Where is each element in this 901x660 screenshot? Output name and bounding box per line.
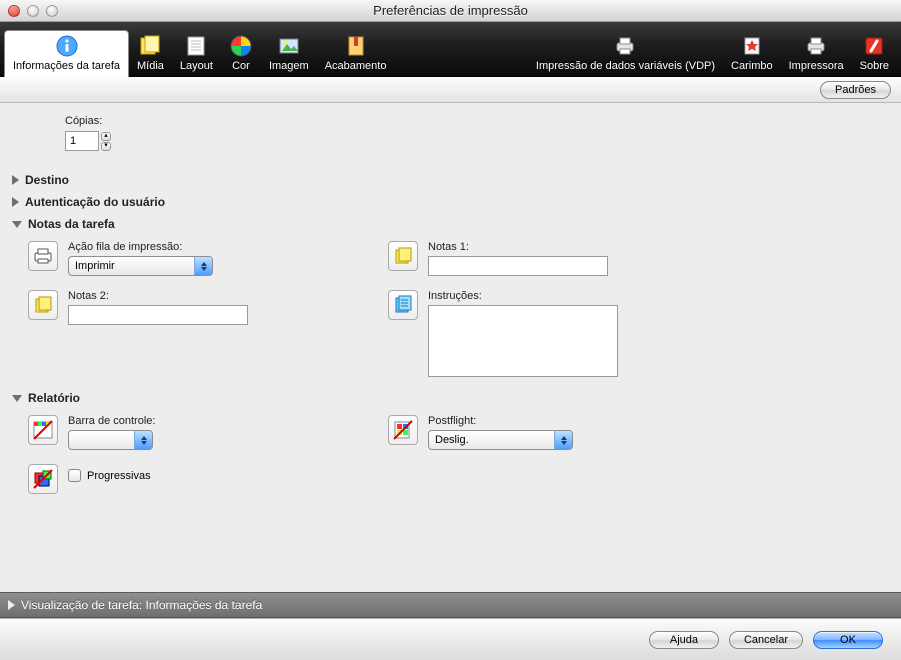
barra-select[interactable] (68, 430, 153, 450)
ok-button[interactable]: OK (813, 631, 883, 649)
tab-layout[interactable]: Layout (172, 31, 221, 76)
tab-label: Cor (232, 60, 250, 72)
copies-input[interactable] (65, 131, 99, 151)
instructions-icon (388, 290, 418, 320)
media-icon (138, 34, 162, 58)
acao-label: Ação fila de impressão: (68, 241, 328, 253)
preview-bar[interactable]: Visualização de tarefa: Informações da t… (0, 592, 901, 618)
disclosure-triangle-icon (8, 600, 15, 610)
preview-bar-label: Visualização de tarefa: Informações da t… (21, 598, 262, 612)
defaults-bar: Padrões (0, 77, 901, 103)
tab-job-info[interactable]: Informações da tarefa (4, 30, 129, 77)
select-arrows-icon (554, 431, 572, 449)
titlebar: Preferências de impressão (0, 0, 901, 22)
info-icon (55, 34, 79, 58)
section-notas-body: Ação fila de impressão: Imprimir Notas 1… (10, 235, 891, 387)
notas2-label: Notas 2: (68, 290, 328, 302)
notas2-input[interactable] (68, 305, 248, 325)
select-arrows-icon (134, 431, 152, 449)
layout-icon (184, 34, 208, 58)
tab-label: Carimbo (731, 60, 773, 72)
window-title: Preferências de impressão (0, 3, 901, 18)
select-arrows-icon (194, 257, 212, 275)
traffic-lights (0, 5, 58, 17)
disclosure-triangle-open-icon (12, 221, 22, 228)
progressives-icon (28, 464, 58, 494)
stepper-down-icon[interactable]: ▾ (101, 142, 111, 151)
section-title: Autenticação do usuário (25, 195, 165, 209)
postflight-label: Postflight: (428, 415, 891, 427)
tab-about[interactable]: Sobre (852, 31, 897, 76)
section-title: Destino (25, 173, 69, 187)
section-relatorio-header[interactable]: Relatório (10, 387, 891, 409)
image-icon (277, 34, 301, 58)
copies-label: Cópias: (65, 115, 891, 127)
help-button[interactable]: Ajuda (649, 631, 719, 649)
section-notas-header[interactable]: Notas da tarefa (10, 213, 891, 235)
tab-finishing[interactable]: Acabamento (317, 31, 395, 76)
printer-icon (804, 34, 828, 58)
color-wheel-icon (229, 34, 253, 58)
select-value: Imprimir (75, 260, 115, 272)
printer-vdp-icon (613, 34, 637, 58)
tab-stamp[interactable]: Carimbo (723, 31, 781, 76)
tab-media[interactable]: Mídia (129, 31, 172, 76)
stepper-up-icon[interactable]: ▴ (101, 132, 111, 141)
section-relatorio-body: Barra de controle: Postflight: Deslig. (10, 409, 891, 504)
postflight-select[interactable]: Deslig. (428, 430, 573, 450)
disclosure-triangle-icon (12, 197, 19, 207)
disclosure-triangle-open-icon (12, 395, 22, 402)
tab-label: Informações da tarefa (13, 60, 120, 72)
postflight-icon (388, 415, 418, 445)
close-window-button[interactable] (8, 5, 20, 17)
tab-printer[interactable]: Impressora (781, 31, 852, 76)
notes-icon (28, 290, 58, 320)
instrucoes-textarea[interactable] (428, 305, 618, 377)
tab-color[interactable]: Cor (221, 31, 261, 76)
tab-label: Mídia (137, 60, 164, 72)
barra-label: Barra de controle: (68, 415, 328, 427)
tab-label: Impressão de dados variáveis (VDP) (536, 60, 715, 72)
tab-label: Layout (180, 60, 213, 72)
zoom-window-button[interactable] (46, 5, 58, 17)
section-auth-header[interactable]: Autenticação do usuário (10, 191, 891, 213)
cancel-button[interactable]: Cancelar (729, 631, 803, 649)
stamp-icon (740, 34, 764, 58)
finishing-icon (344, 34, 368, 58)
notas1-input[interactable] (428, 256, 608, 276)
section-destino-header[interactable]: Destino (10, 169, 891, 191)
toolbar: Informações da tarefa Mídia Layout (0, 22, 901, 77)
about-icon (862, 34, 886, 58)
control-bar-icon (28, 415, 58, 445)
progressivas-label: Progressivas (87, 470, 151, 482)
instrucoes-label: Instruções: (428, 290, 891, 302)
defaults-button[interactable]: Padrões (820, 81, 891, 99)
content-area: Cópias: ▴ ▾ Destino Autenticação do usuá… (0, 103, 901, 592)
tab-image[interactable]: Imagem (261, 31, 317, 76)
notes-icon (388, 241, 418, 271)
progressivas-checkbox[interactable] (68, 469, 81, 482)
select-value: Deslig. (435, 434, 469, 446)
tab-label: Acabamento (325, 60, 387, 72)
tab-label: Imagem (269, 60, 309, 72)
notas1-label: Notas 1: (428, 241, 891, 253)
copies-group: Cópias: ▴ ▾ (10, 115, 891, 151)
tab-label: Sobre (860, 60, 889, 72)
copies-stepper[interactable]: ▴ ▾ (101, 132, 111, 151)
printer-small-icon (28, 241, 58, 271)
tab-label: Impressora (789, 60, 844, 72)
minimize-window-button[interactable] (27, 5, 39, 17)
acao-select[interactable]: Imprimir (68, 256, 213, 276)
disclosure-triangle-icon (12, 175, 19, 185)
section-title: Relatório (28, 391, 80, 405)
tab-vdp[interactable]: Impressão de dados variáveis (VDP) (528, 31, 723, 76)
section-title: Notas da tarefa (28, 217, 115, 231)
dialog-footer: Ajuda Cancelar OK (0, 618, 901, 660)
